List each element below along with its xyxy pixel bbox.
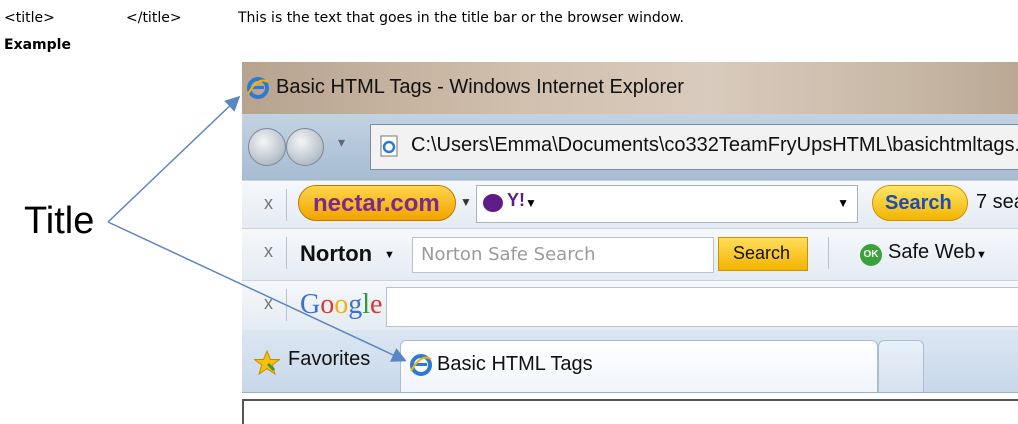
callout-arrows bbox=[107, 95, 407, 362]
arrow-to-tab bbox=[107, 221, 407, 362]
arrow-to-titlebar bbox=[107, 95, 241, 223]
